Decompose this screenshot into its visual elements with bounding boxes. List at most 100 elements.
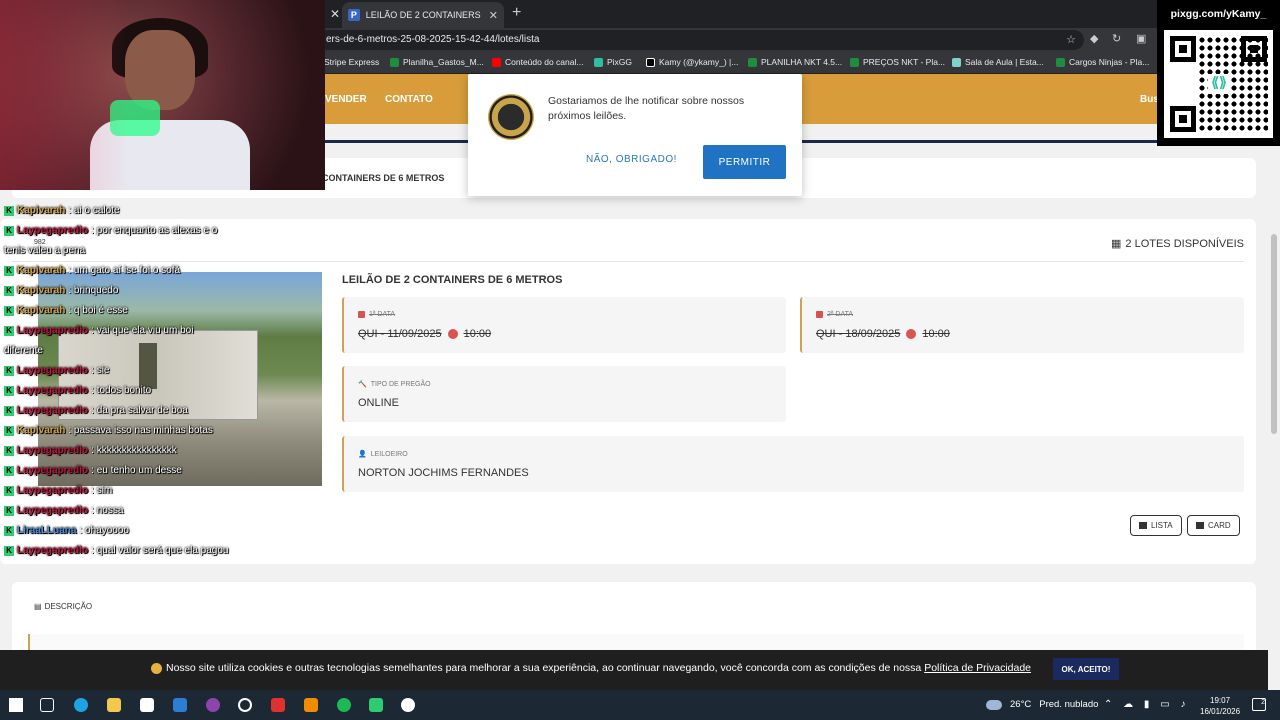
sheets-icon: [1056, 57, 1065, 67]
accept-cookies-button[interactable]: OK, ACEITO!: [1053, 658, 1119, 680]
weather-widget[interactable]: 26°C Pred. nublado: [986, 699, 1098, 710]
chat-message: K Laypegapredio: todos bonito: [4, 385, 151, 396]
privacy-policy-link[interactable]: Política de Privacidade: [924, 662, 1031, 674]
kick-badge-icon: K: [4, 545, 14, 556]
auction-house-logo: [488, 94, 534, 140]
calendar-icon: [816, 311, 823, 318]
mail-icon[interactable]: [173, 698, 187, 712]
search-app-icon[interactable]: [401, 698, 415, 712]
task-view-icon[interactable]: [40, 698, 54, 712]
donation-qr-panel: pixgg.com/yKamy_ ⟪⟫: [1157, 0, 1280, 146]
extension-icon[interactable]: ◆: [1090, 32, 1098, 45]
chat-message: K Kapivarah: um gato aí ise foi o sofá: [4, 265, 180, 276]
chat-text: : um gato aí ise foi o sofá: [68, 265, 181, 276]
notification-center-icon[interactable]: 2: [1252, 698, 1266, 711]
app-a-icon[interactable]: [304, 698, 318, 712]
webcam-overlay: [0, 0, 325, 190]
streaming-app-icon[interactable]: [369, 698, 383, 712]
kick-badge-icon: K: [4, 425, 14, 436]
table-icon: ▦: [1111, 238, 1122, 250]
bookmark-item[interactable]: Sala de Aula | Esta...: [952, 57, 1044, 67]
page-scrollbar[interactable]: [1268, 74, 1280, 650]
cookie-text: Nosso site utiliza cookies e outras tecn…: [166, 662, 1032, 674]
description-tab[interactable]: ▤ DESCRIÇÃO: [34, 602, 92, 611]
chat-text: diferente: [4, 345, 43, 356]
bookmark-item[interactable]: Conteúdo do canal...: [492, 57, 583, 67]
bookmark-item[interactable]: PREÇOS NKT - Pla...: [850, 57, 945, 67]
browser-tab-active[interactable]: P LEILÃO DE 2 CONTAINERS DE 6 ME ✕: [342, 2, 504, 28]
puzzle-icon[interactable]: ▣: [1136, 32, 1146, 45]
bookmark-item[interactable]: Cargos Ninjas - Pla...: [1056, 57, 1149, 67]
kick-badge-icon: K: [4, 265, 14, 276]
first-date-box: 1ª DATA QUI - 11/09/2025 10:00: [342, 297, 786, 353]
auctioneer-box: 👤 LEILOEIRO NORTON JOCHIMS FERNANDES: [342, 436, 1244, 492]
description-card: ▤ DESCRIÇÃO: [12, 582, 1256, 650]
card-view-button[interactable]: CARD: [1187, 515, 1240, 536]
bookmark-star-icon[interactable]: ☆: [1066, 33, 1076, 46]
nav-vender-link[interactable]: VENDER: [325, 94, 367, 105]
chat-message: K Laypegapredio: nossa: [4, 505, 123, 516]
clock-icon: [906, 329, 917, 339]
chat-message: K Laypegapredio: da pra salvar de boa: [4, 405, 188, 416]
edge-icon[interactable]: [74, 698, 88, 712]
chat-text: : q boi é esse: [68, 305, 128, 316]
close-tab-icon[interactable]: ✕: [330, 7, 340, 21]
lots-available: ▦ 2 LOTES DISPONÍVEIS: [1111, 237, 1244, 251]
chat-text: : ohayoooo: [79, 525, 129, 536]
youtube-icon: [492, 57, 501, 67]
decline-notifications-button[interactable]: NÃO, OBRIGADO!: [586, 154, 677, 165]
calendar-icon: [358, 311, 365, 318]
document-icon[interactable]: [140, 698, 154, 712]
bookmark-item[interactable]: PLANILHA NKT 4.5...: [748, 57, 842, 67]
kick-badge-icon: K: [4, 465, 14, 476]
new-tab-plus-icon[interactable]: +: [512, 4, 521, 22]
tiktok-icon: [646, 57, 655, 67]
kick-badge-icon: K: [4, 385, 14, 396]
scrollbar-thumb[interactable]: [1271, 234, 1277, 434]
close-tab-icon[interactable]: ✕: [489, 9, 498, 22]
user-icon: 👤: [358, 451, 367, 458]
pregao-value: ONLINE: [358, 397, 399, 409]
chat-text: : todos bonito: [91, 385, 152, 396]
kick-badge-icon: K: [4, 285, 14, 296]
url-text: ers-de-6-metros-25-08-2025-15-42-44/lote…: [326, 34, 540, 45]
kick-badge-icon: K: [4, 505, 14, 516]
kick-badge-icon: K: [4, 365, 14, 376]
list-view-button[interactable]: LISTA: [1130, 515, 1182, 536]
chat-username: Kapivarah: [17, 265, 66, 276]
sheets-icon: [390, 57, 399, 67]
site-favicon-icon: P: [348, 9, 360, 21]
first-date: QUI - 11/09/2025: [358, 328, 442, 340]
second-time: 10:00: [922, 328, 950, 340]
spotify-icon[interactable]: [337, 698, 351, 712]
chat-message: K Kapivarah: brinquedo: [4, 285, 118, 296]
allow-notifications-button[interactable]: PERMITIR: [703, 145, 786, 179]
chrome-profile-icon[interactable]: [206, 698, 220, 712]
pregao-box: 🔨 TIPO DE PREGÃO ONLINE: [342, 366, 786, 422]
kick-badge-icon: K: [4, 205, 14, 216]
tab-title: LEILÃO DE 2 CONTAINERS DE 6 ME: [365, 10, 483, 20]
list-icon: [1139, 522, 1147, 529]
bookmark-item[interactable]: PixGG: [594, 57, 632, 67]
chat-text: : kkkkkkkkkkkkkkkk: [91, 445, 177, 456]
clock[interactable]: 19:07 16/01/2026: [1200, 695, 1240, 717]
url-field[interactable]: ers-de-6-metros-25-08-2025-15-42-44/lote…: [318, 30, 1084, 50]
reload-icon[interactable]: ↻: [1112, 32, 1121, 45]
windows-start-icon[interactable]: [9, 698, 23, 712]
file-explorer-icon[interactable]: [107, 698, 121, 712]
obs-icon[interactable]: [238, 698, 252, 712]
chat-message: K Kapivarah: ai o calote: [4, 205, 120, 216]
bookmark-item[interactable]: Kamy (@ykamy_) |...: [646, 57, 738, 67]
chat-username: LiraaLLuana: [17, 525, 77, 536]
nav-contato-link[interactable]: CONTATO: [385, 94, 433, 105]
kick-badge-icon: K: [4, 445, 14, 456]
bookmark-item[interactable]: Stripe Express: [324, 57, 379, 67]
chat-username: Laypegapredio: [17, 465, 89, 476]
chat-username: Kapivarah: [17, 425, 66, 436]
chat-message: K Kapivarah: passava isso nas minhas bota…: [4, 425, 213, 436]
bookmark-item[interactable]: Planilha_Gastos_M...: [390, 57, 484, 67]
anydesk-icon[interactable]: [271, 698, 285, 712]
chat-message: K Laypegapredio: sie: [4, 365, 109, 376]
system-tray[interactable]: ⌃ ☁ ▮ ▭ ♪: [1104, 699, 1189, 710]
chat-username: Laypegapredio: [17, 485, 89, 496]
